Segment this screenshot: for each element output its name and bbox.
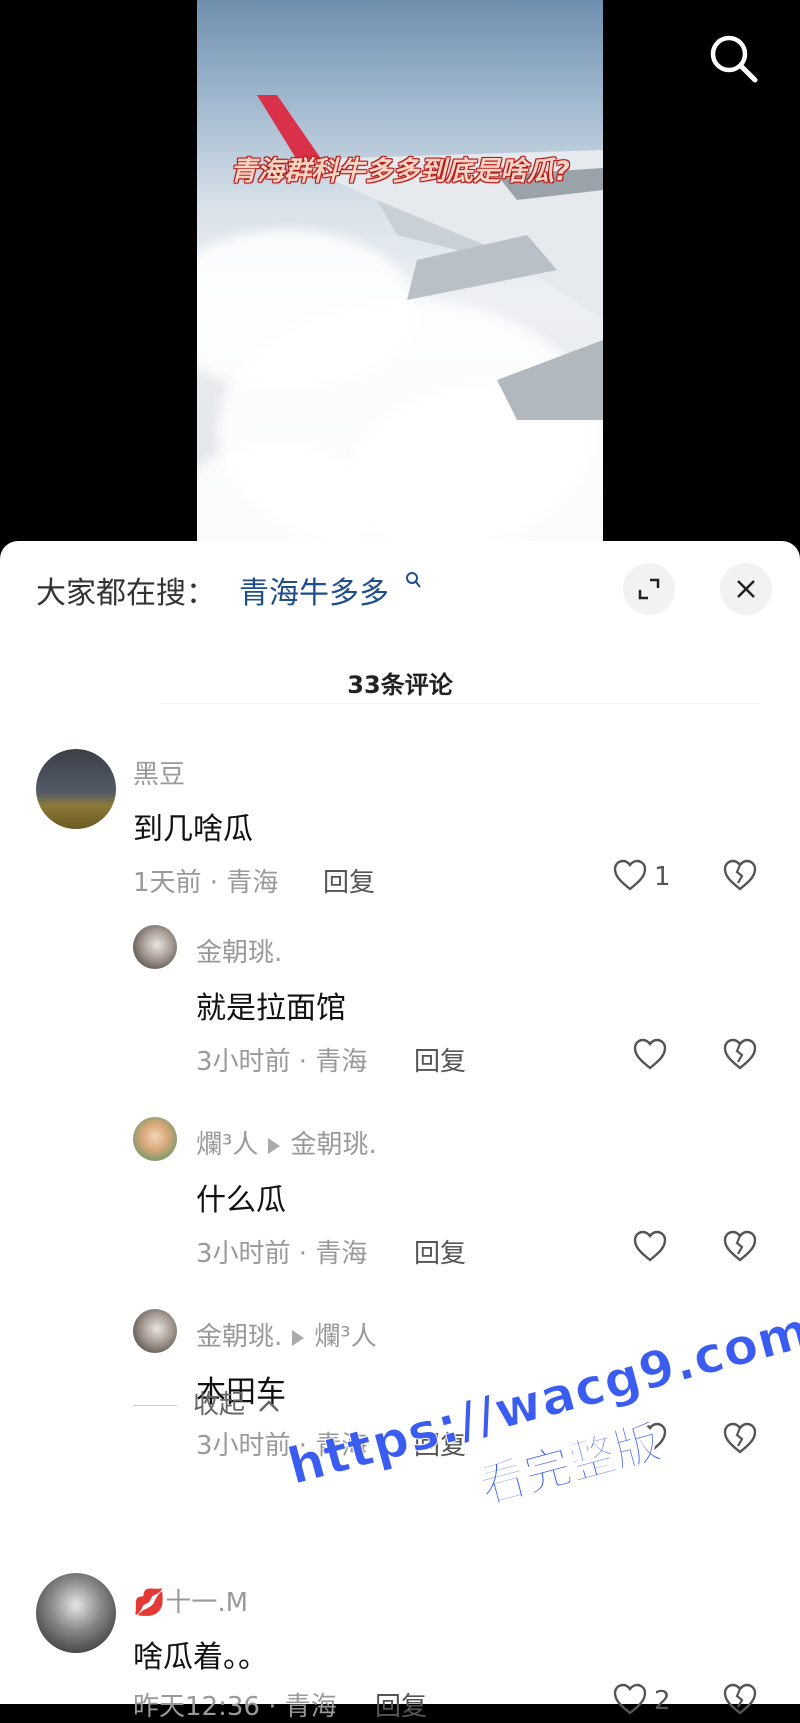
avatar[interactable] xyxy=(133,925,177,969)
airplane-wing xyxy=(257,95,603,420)
comment-author[interactable]: 金朝珧. 爛³人 xyxy=(196,1316,377,1353)
video-player[interactable]: 青海群科牛多多到底是啥瓜? xyxy=(0,0,800,545)
hot-search-magnifier-icon xyxy=(405,571,421,593)
like-heart-icon[interactable] xyxy=(612,858,648,894)
expand-button[interactable] xyxy=(623,563,675,615)
close-button[interactable] xyxy=(720,563,772,615)
like-heart-icon[interactable] xyxy=(612,1682,648,1718)
collapse-replies-button[interactable]: 收起 xyxy=(133,1384,281,1421)
reply-button[interactable]: 回复 xyxy=(323,862,375,899)
comment-text: 啥瓜着。。 xyxy=(133,1640,268,1675)
comment-meta: 昨天12:36 · 青海 xyxy=(133,1692,337,1722)
comment-author[interactable]: 黑豆 xyxy=(133,754,185,791)
divider xyxy=(133,1405,177,1406)
author-name[interactable]: 爛³人 xyxy=(196,1130,258,1160)
reply-arrow-icon xyxy=(268,1137,281,1154)
author-name[interactable]: 金朝珧. xyxy=(196,1322,282,1352)
video-frame xyxy=(197,0,603,545)
reply-button[interactable]: 回复 xyxy=(414,1041,466,1078)
divider xyxy=(160,703,760,704)
expand-icon xyxy=(638,578,660,600)
reply-button[interactable]: 回复 xyxy=(414,1233,466,1270)
avatar[interactable] xyxy=(133,1309,177,1353)
reply-arrow-icon xyxy=(292,1329,305,1346)
comment-text: 什么瓜 xyxy=(196,1183,286,1218)
comment-count: 33条评论 xyxy=(347,671,453,699)
video-caption: 青海群科牛多多到底是啥瓜? xyxy=(230,156,570,187)
search-icon xyxy=(710,35,758,83)
comment-meta: 3小时前 · 青海 xyxy=(196,1239,368,1269)
lips-emoji-icon: 💋 xyxy=(133,1588,166,1618)
hot-search-term-link[interactable]: 青海牛多多 xyxy=(239,568,389,612)
search-button[interactable] xyxy=(705,30,761,86)
comment-meta: 3小时前 · 青海 xyxy=(196,1047,368,1077)
reply-button[interactable]: 回复 xyxy=(375,1686,427,1723)
author-name[interactable]: 十一.M xyxy=(165,1588,248,1618)
comment-author[interactable]: 金朝珧. xyxy=(196,932,282,969)
like-count: 1 xyxy=(654,862,671,892)
comment-text: 就是拉面馆 xyxy=(196,991,346,1026)
reply-to-name[interactable]: 爛³人 xyxy=(314,1322,376,1352)
dislike-broken-heart-icon[interactable] xyxy=(722,1682,758,1718)
like-count: 2 xyxy=(654,1686,671,1716)
reply-to-name[interactable]: 金朝珧. xyxy=(290,1130,376,1160)
avatar[interactable] xyxy=(36,749,116,829)
dislike-broken-heart-icon[interactable] xyxy=(722,1229,758,1265)
like-heart-icon[interactable] xyxy=(632,1037,668,1073)
dislike-broken-heart-icon[interactable] xyxy=(722,1037,758,1073)
chevron-up-icon xyxy=(259,1399,280,1412)
hot-search-label: 大家都在搜： xyxy=(36,576,216,611)
comment-author[interactable]: 爛³人 金朝珧. xyxy=(196,1124,377,1161)
close-icon xyxy=(737,580,755,598)
avatar[interactable] xyxy=(133,1117,177,1161)
comment-meta: 1天前 · 青海 xyxy=(133,868,279,898)
comment-author[interactable]: 💋十一.M xyxy=(133,1582,248,1619)
dislike-broken-heart-icon[interactable] xyxy=(722,858,758,894)
collapse-label: 收起 xyxy=(193,1390,246,1420)
avatar[interactable] xyxy=(36,1573,116,1653)
like-heart-icon[interactable] xyxy=(632,1229,668,1265)
comment-text: 到几啥瓜 xyxy=(133,812,253,847)
